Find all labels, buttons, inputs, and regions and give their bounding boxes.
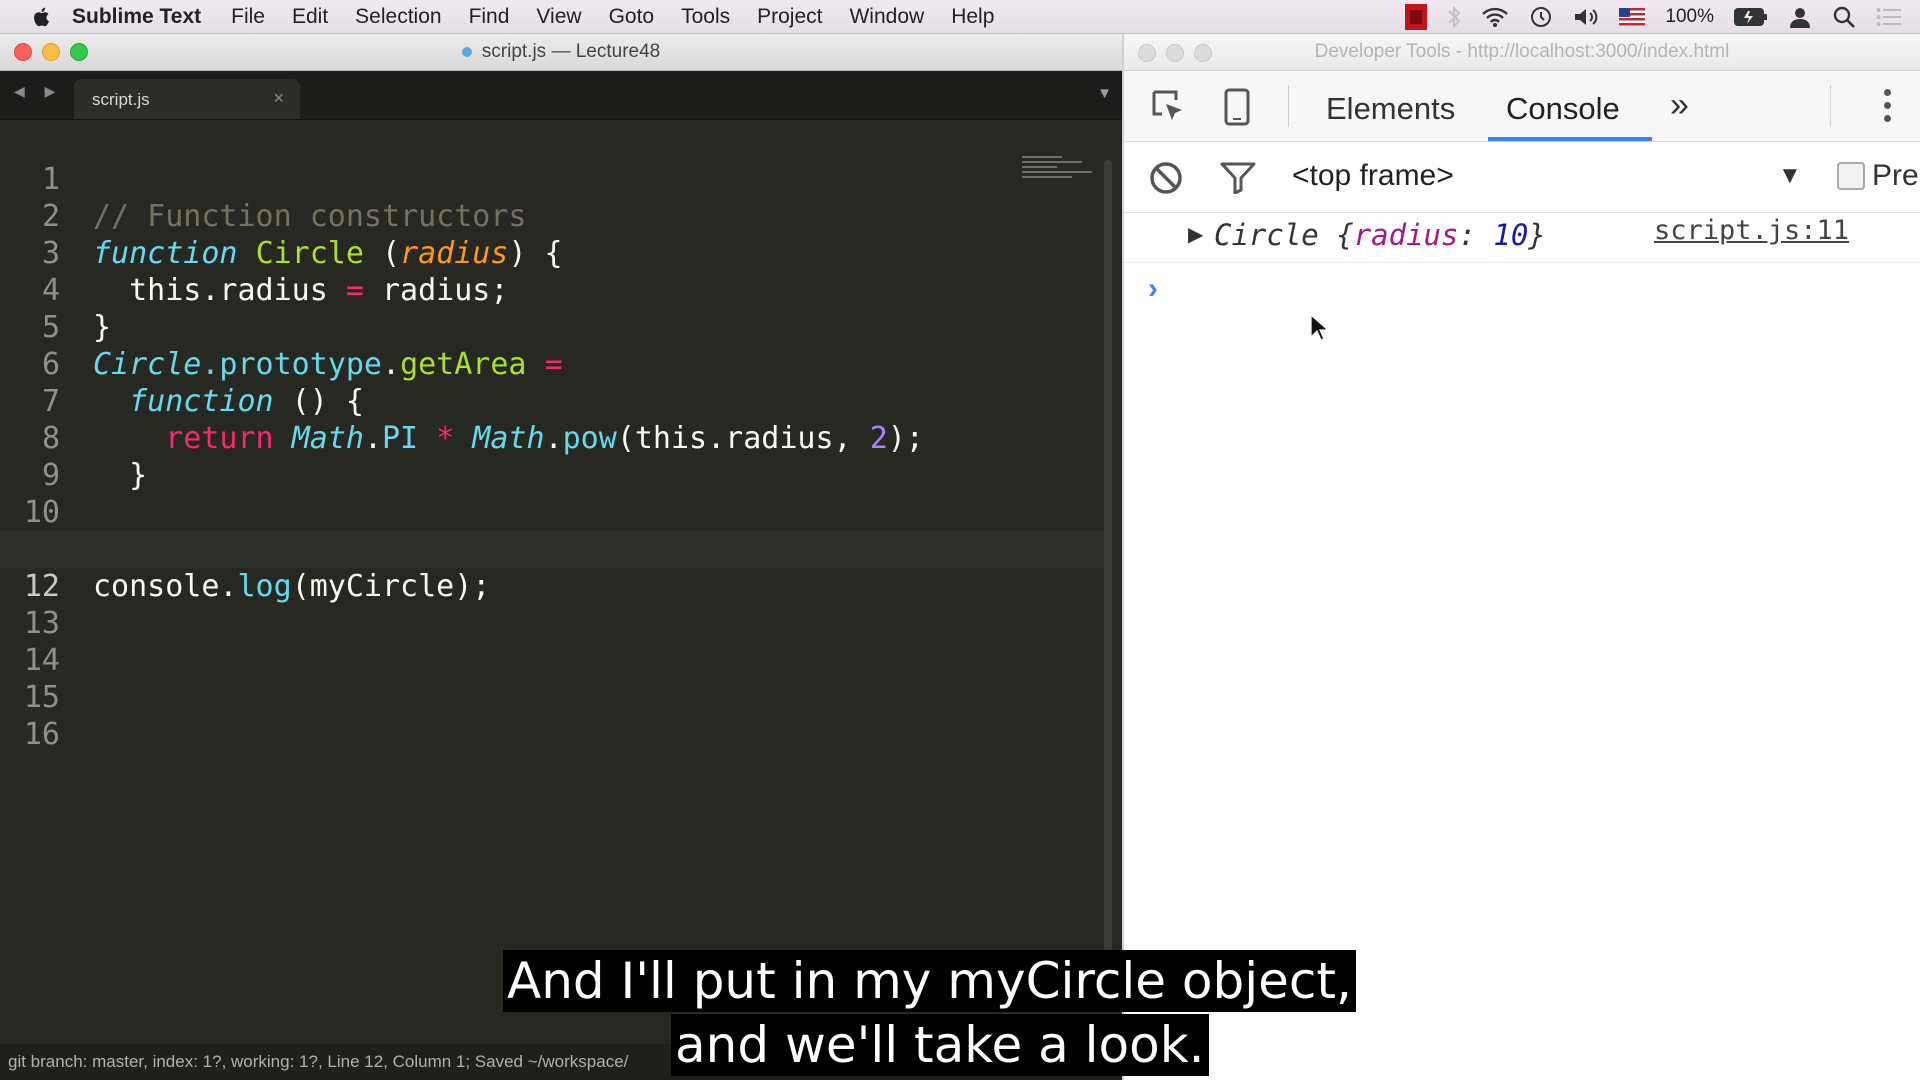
tab-console[interactable]: Console [1506, 91, 1620, 127]
menu-file[interactable]: File [231, 5, 265, 29]
frame-dropdown-icon[interactable]: ▼ [1778, 162, 1802, 190]
tab-close-icon[interactable]: × [273, 88, 284, 109]
code-line[interactable]: 2 function Circle (radius) { [0, 161, 1105, 271]
menu-tools[interactable]: Tools [681, 5, 730, 29]
code-line[interactable]: 4 } [0, 235, 1105, 345]
frame-select[interactable]: <top frame> [1292, 159, 1454, 193]
menu-goto[interactable]: Goto [609, 5, 655, 29]
subtitle-line-2: and we'll take a look. [671, 1014, 1209, 1076]
preserve-log-checkbox[interactable] [1837, 162, 1865, 190]
subtitle-line-1: And I'll put in my myCircle object, [503, 950, 1356, 1012]
tab-elements[interactable]: Elements [1326, 91, 1455, 127]
expand-object-icon[interactable]: ▶ [1188, 222, 1203, 247]
console-log-row[interactable]: ▶ Circle {radius: 10} script.js:11 [1124, 210, 1920, 263]
devtools-window: Developer Tools - http://localhost:3000/… [1124, 34, 1920, 1080]
code-editor[interactable]: 1 // Function constructors 2 function Ci… [0, 120, 1122, 1040]
mouse-pointer-icon [1310, 314, 1328, 341]
unsaved-dot-icon [461, 46, 472, 57]
tab-label: script.js [92, 90, 150, 109]
wifi-icon[interactable] [1481, 6, 1509, 28]
code-line[interactable]: 3 this.radius = radius; [0, 198, 1105, 308]
volume-icon[interactable] [1573, 6, 1599, 28]
minimap[interactable] [1022, 156, 1094, 196]
toolbar-separator [1830, 85, 1831, 127]
code-line[interactable]: 13 [0, 568, 1105, 641]
apple-logo-icon[interactable] [30, 5, 54, 29]
line-number: 16 [23, 717, 60, 752]
menu-edit[interactable]: Edit [292, 5, 328, 29]
menubar-status-area: 100% [1405, 0, 1902, 33]
clear-console-icon[interactable] [1148, 160, 1184, 196]
time-machine-icon[interactable] [1529, 5, 1553, 29]
editor-scrollbar[interactable] [1104, 160, 1112, 960]
menu-window[interactable]: Window [849, 5, 924, 29]
sublime-titlebar[interactable]: script.js — Lecture48 [0, 34, 1122, 71]
sublime-window-title-text: script.js — Lecture48 [481, 41, 661, 62]
code-line[interactable]: 5 Circle.prototype.getArea = [0, 272, 1105, 382]
devtools-titlebar[interactable]: Developer Tools - http://localhost:3000/… [1124, 34, 1920, 71]
menu-help[interactable]: Help [951, 5, 994, 29]
sublime-window-title: script.js — Lecture48 [0, 34, 1122, 70]
menu-view[interactable]: View [536, 5, 581, 29]
more-tabs-icon[interactable]: » [1670, 86, 1689, 125]
menu-project[interactable]: Project [757, 5, 822, 29]
menu-find[interactable]: Find [469, 5, 510, 29]
console-filter-bar: <top frame> ▼ Pre [1124, 142, 1920, 213]
bluetooth-icon[interactable] [1447, 5, 1461, 29]
record-icon[interactable] [1405, 3, 1428, 30]
filter-icon[interactable] [1220, 162, 1256, 194]
kebab-menu-icon[interactable] [1884, 89, 1892, 128]
preserve-log-label: Pre [1872, 159, 1919, 192]
menubar-app-name[interactable]: Sublime Text [72, 5, 201, 29]
code-line-current[interactable]: 12 [0, 531, 1105, 604]
toolbar-separator [1288, 85, 1289, 127]
active-tab-indicator [1488, 137, 1652, 141]
spotlight-search-icon[interactable] [1832, 5, 1856, 29]
log-source-link[interactable]: script.js:11 [1654, 215, 1849, 246]
user-icon[interactable] [1788, 5, 1812, 29]
macos-menubar: Sublime Text File Edit Selection Find Vi… [0, 0, 1920, 34]
log-object-name: Circle [1214, 218, 1319, 252]
sublime-tabbar: ◀ ▶ script.js × ▼ [0, 71, 1122, 120]
log-key: radius [1353, 218, 1459, 252]
sublime-text-window: script.js — Lecture48 ◀ ▶ script.js × ▼ … [0, 34, 1122, 1080]
log-value: 10 [1493, 218, 1529, 252]
devtools-window-title: Developer Tools - http://localhost:3000/… [1314, 41, 1730, 62]
code-line[interactable]: 6 function () { [0, 309, 1105, 419]
code-line[interactable]: 9 [0, 420, 1105, 493]
tab-dropdown-icon[interactable]: ▼ [1097, 85, 1112, 102]
notification-center-icon[interactable] [1876, 6, 1902, 28]
us-flag-icon[interactable] [1619, 7, 1646, 26]
inspect-element-icon[interactable] [1150, 88, 1188, 126]
device-toolbar-icon[interactable] [1224, 88, 1250, 126]
devtools-toolbar: Elements Console » [1124, 71, 1920, 142]
code-line[interactable]: 14 [0, 605, 1105, 678]
battery-icon[interactable] [1734, 7, 1768, 27]
code-line[interactable]: 8 } [0, 383, 1105, 493]
console-log-message[interactable]: Circle {radius: 10} [1214, 218, 1546, 252]
tab-script-js[interactable]: script.js × [74, 79, 300, 119]
code-line[interactable]: 1 // Function constructors [0, 124, 1105, 234]
menu-selection[interactable]: Selection [355, 5, 441, 29]
status-text: git branch: master, index: 1?, working: … [8, 1052, 629, 1071]
code-line[interactable]: 16 [0, 679, 1105, 752]
tab-nav-arrows-icon[interactable]: ◀ ▶ [14, 83, 63, 100]
battery-percent: 100% [1665, 5, 1714, 27]
code-line[interactable]: 10 var myCircle = new Circle(10); [0, 457, 1105, 567]
code-line[interactable]: 11 console.log(myCircle); [0, 494, 1105, 604]
code-line[interactable]: 15 [0, 642, 1105, 715]
code-line[interactable]: 7 return Math.PI * Math.pow(this.radius,… [0, 346, 1105, 456]
console-prompt-icon[interactable]: › [1148, 272, 1158, 306]
